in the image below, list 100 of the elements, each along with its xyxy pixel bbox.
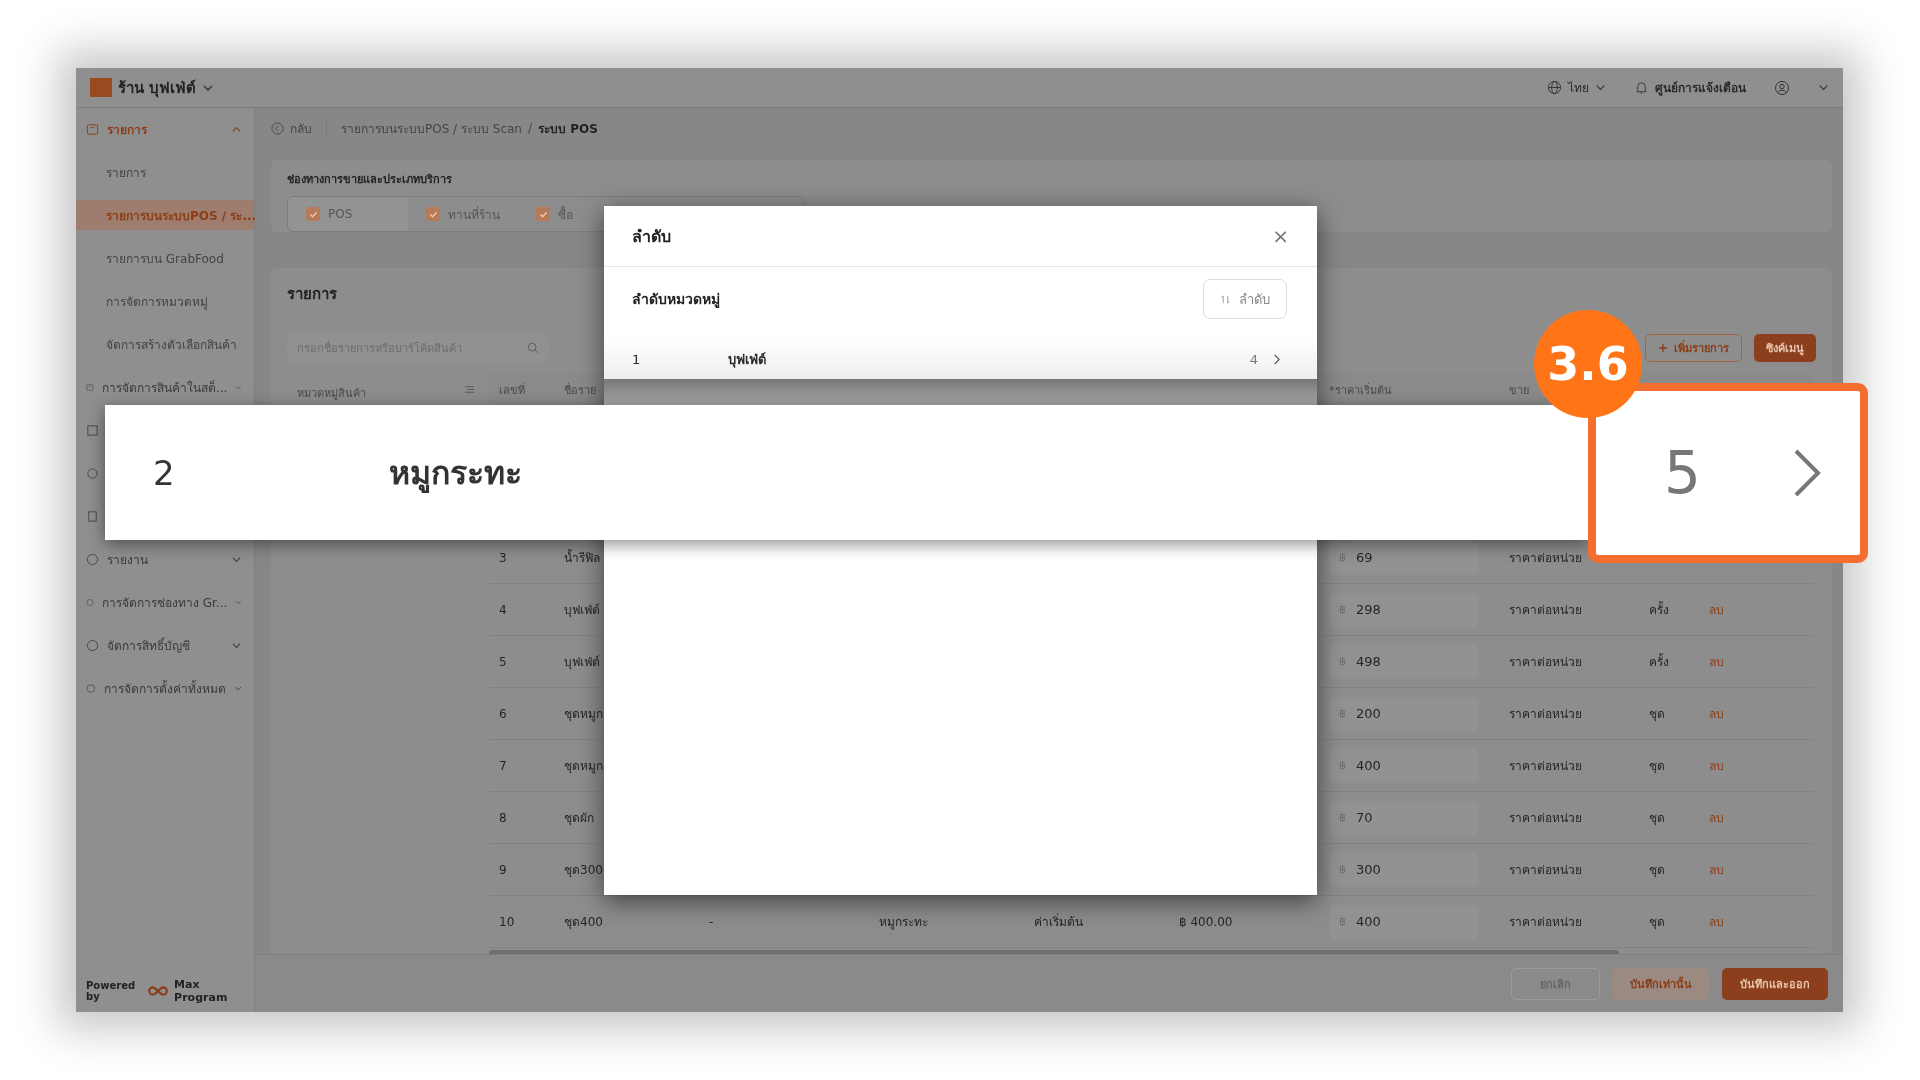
search-icon	[527, 342, 539, 354]
globe-icon[interactable]	[1547, 80, 1562, 95]
pricing-cell-text: ราคาต่อหน่วย	[1509, 862, 1582, 879]
menu-item-icon	[86, 638, 99, 652]
item-name: น้ำรีฟิล	[564, 548, 600, 567]
language-select[interactable]: ไทย	[1568, 78, 1589, 97]
column-header: เลขที่	[499, 381, 525, 399]
sidebar-item[interactable]: รายงาน	[76, 544, 254, 574]
row-number: 1	[632, 351, 642, 367]
table-cell: -	[709, 914, 714, 929]
back-link[interactable]: กลับ	[290, 118, 312, 138]
chevron-right-icon	[1792, 448, 1823, 498]
unit-cell: ครั้ง	[1649, 600, 1669, 619]
price-field[interactable]: ฿ 400	[1329, 748, 1479, 783]
column-header: *ราคาเริ่มต้น	[1329, 381, 1392, 399]
price-field[interactable]: ฿ 298	[1329, 592, 1479, 627]
delete-link[interactable]: ลบ	[1709, 912, 1724, 931]
price-text: ฿ 400.00	[1179, 914, 1233, 929]
infinity-logo-icon	[147, 984, 170, 998]
store-logo-icon	[90, 78, 112, 97]
pricing-cell-text: ราคาต่อหน่วย	[1509, 602, 1582, 619]
sort-button[interactable]: ลำดับ	[1203, 279, 1287, 319]
checkmark-icon	[538, 209, 548, 219]
unit-cell-text: ชุด	[1649, 758, 1665, 775]
chevron-down-icon[interactable]	[1595, 82, 1606, 93]
pricing-cell-text: ราคาต่อหน่วย	[1509, 550, 1582, 567]
delete-link[interactable]: ลบ	[1709, 860, 1724, 879]
delete-link[interactable]: ลบ	[1709, 704, 1724, 723]
price-field[interactable]: ฿ 498	[1329, 644, 1479, 679]
unit-cell-text: ชุด	[1649, 810, 1665, 827]
pricing-cell-text: ราคาต่อหน่วย	[1509, 914, 1582, 931]
checkbox-label[interactable]: POS	[328, 207, 353, 221]
save-and-exit-button[interactable]: บันทึกและออก	[1722, 967, 1828, 1000]
menu-item-icon	[86, 552, 99, 566]
add-item-button[interactable]: เพิ่มรายการ	[1645, 334, 1742, 362]
chevron-down-icon[interactable]	[1818, 82, 1829, 93]
box-icon	[86, 122, 99, 136]
pricing-cell-text: ราคาต่อหน่วย	[1509, 706, 1582, 723]
sidebar-subitem[interactable]: จัดการสร้างตัวเลือกสินค้า	[76, 329, 254, 359]
chevron-right-icon[interactable]	[1272, 353, 1281, 365]
sidebar-subitem[interactable]: รายการ	[76, 157, 254, 187]
price-field[interactable]: ฿ 400	[1329, 904, 1479, 939]
sidebar-subitem[interactable]: รายการบน GrabFood	[76, 243, 254, 273]
table-cell: ค่าเริ่มต้น	[1034, 912, 1083, 931]
delete-link[interactable]: ลบ	[1709, 652, 1724, 671]
price-field[interactable]: ฿ 69	[1329, 540, 1479, 575]
sidebar-item[interactable]: การจัดการตั้งค่าทั้งหมด	[76, 673, 254, 703]
sync-menu-button[interactable]: ซิงค์เมนู	[1754, 334, 1816, 362]
checkbox[interactable]	[426, 207, 440, 221]
sidebar-subitem[interactable]: การจัดการหมวดหมู่	[76, 286, 254, 316]
category-name: บุฟเฟ่ต์	[728, 350, 767, 370]
close-button[interactable]: ×	[1272, 224, 1289, 248]
checkbox-label[interactable]: ทานที่ร้าน	[448, 204, 500, 224]
delete-link[interactable]: ลบ	[1709, 756, 1724, 775]
pricing-cell-text: ราคาต่อหน่วย	[1509, 758, 1582, 775]
price-field[interactable]: ฿ 70	[1329, 800, 1479, 835]
unit-cell-text: ชุด	[1649, 706, 1665, 723]
category-row[interactable]: 1 บุฟเฟ่ต์ 4	[604, 339, 1317, 379]
menu-item-icon	[86, 681, 96, 695]
checkmark-icon	[428, 209, 438, 219]
section-title: ช่องทางการขายและประเภทบริการ	[287, 172, 453, 188]
checkbox[interactable]	[306, 207, 320, 221]
store-name[interactable]: ร้าน บุฟเฟ่ต์	[118, 75, 197, 100]
section-title: รายการ	[287, 284, 337, 305]
breadcrumb-current: ระบบ POS	[538, 120, 598, 138]
breadcrumb-link[interactable]: รายการบนระบบPOS / ระบบ Scan	[341, 118, 522, 138]
row-number: 7	[499, 758, 507, 773]
notification-center-link[interactable]: ศูนย์การแจ้งเตือน	[1655, 78, 1746, 97]
sidebar-item[interactable]: จัดการสิทธิ์บัญชี	[76, 630, 254, 660]
sidebar-subitem[interactable]: รายการบนระบบPOS / ระ...	[76, 200, 254, 230]
filter-icon[interactable]	[464, 384, 475, 395]
delete-link[interactable]: ลบ	[1709, 600, 1724, 619]
breadcrumb-separator: /	[527, 121, 532, 135]
unit-cell-text: ชุด	[1649, 862, 1665, 879]
sidebar-item[interactable]: การจัดการช่องทาง Gr...	[76, 587, 254, 617]
category-cell-text: หมูกระทะ	[879, 914, 928, 931]
category-name: หมูกระทะ	[389, 453, 522, 495]
column-header: ชื่อราย	[564, 381, 596, 399]
user-icon[interactable]	[1774, 79, 1790, 96]
row-number: 2	[153, 452, 176, 493]
dialog-title: ลำดับ	[632, 225, 671, 248]
item-count: 5	[1664, 439, 1701, 507]
powered-by-text: Powered by	[86, 980, 137, 1002]
checkbox[interactable]	[536, 207, 550, 221]
sidebar-item[interactable]: รายการ	[76, 114, 254, 144]
back-icon[interactable]	[271, 121, 284, 135]
row-number: 9	[499, 862, 507, 877]
delete-link[interactable]: ลบ	[1709, 808, 1724, 827]
sort-icon	[1220, 293, 1231, 305]
item-name: ชุดหมูก	[564, 706, 603, 723]
price-field[interactable]: ฿ 300	[1329, 852, 1479, 887]
unit-cell: ครั้ง	[1649, 652, 1669, 671]
row-number: 6	[499, 706, 507, 721]
brand-name: Max Program	[174, 978, 229, 1004]
sidebar-item[interactable]: การจัดการสินค้าในสต็...	[76, 372, 254, 402]
row-number: 8	[499, 810, 507, 825]
item-name: ชุด300	[564, 862, 603, 879]
bell-icon[interactable]	[1634, 80, 1649, 95]
save-button[interactable]: บันทึกเท่านั้น	[1612, 967, 1710, 1000]
price-field[interactable]: ฿ 200	[1329, 696, 1479, 731]
